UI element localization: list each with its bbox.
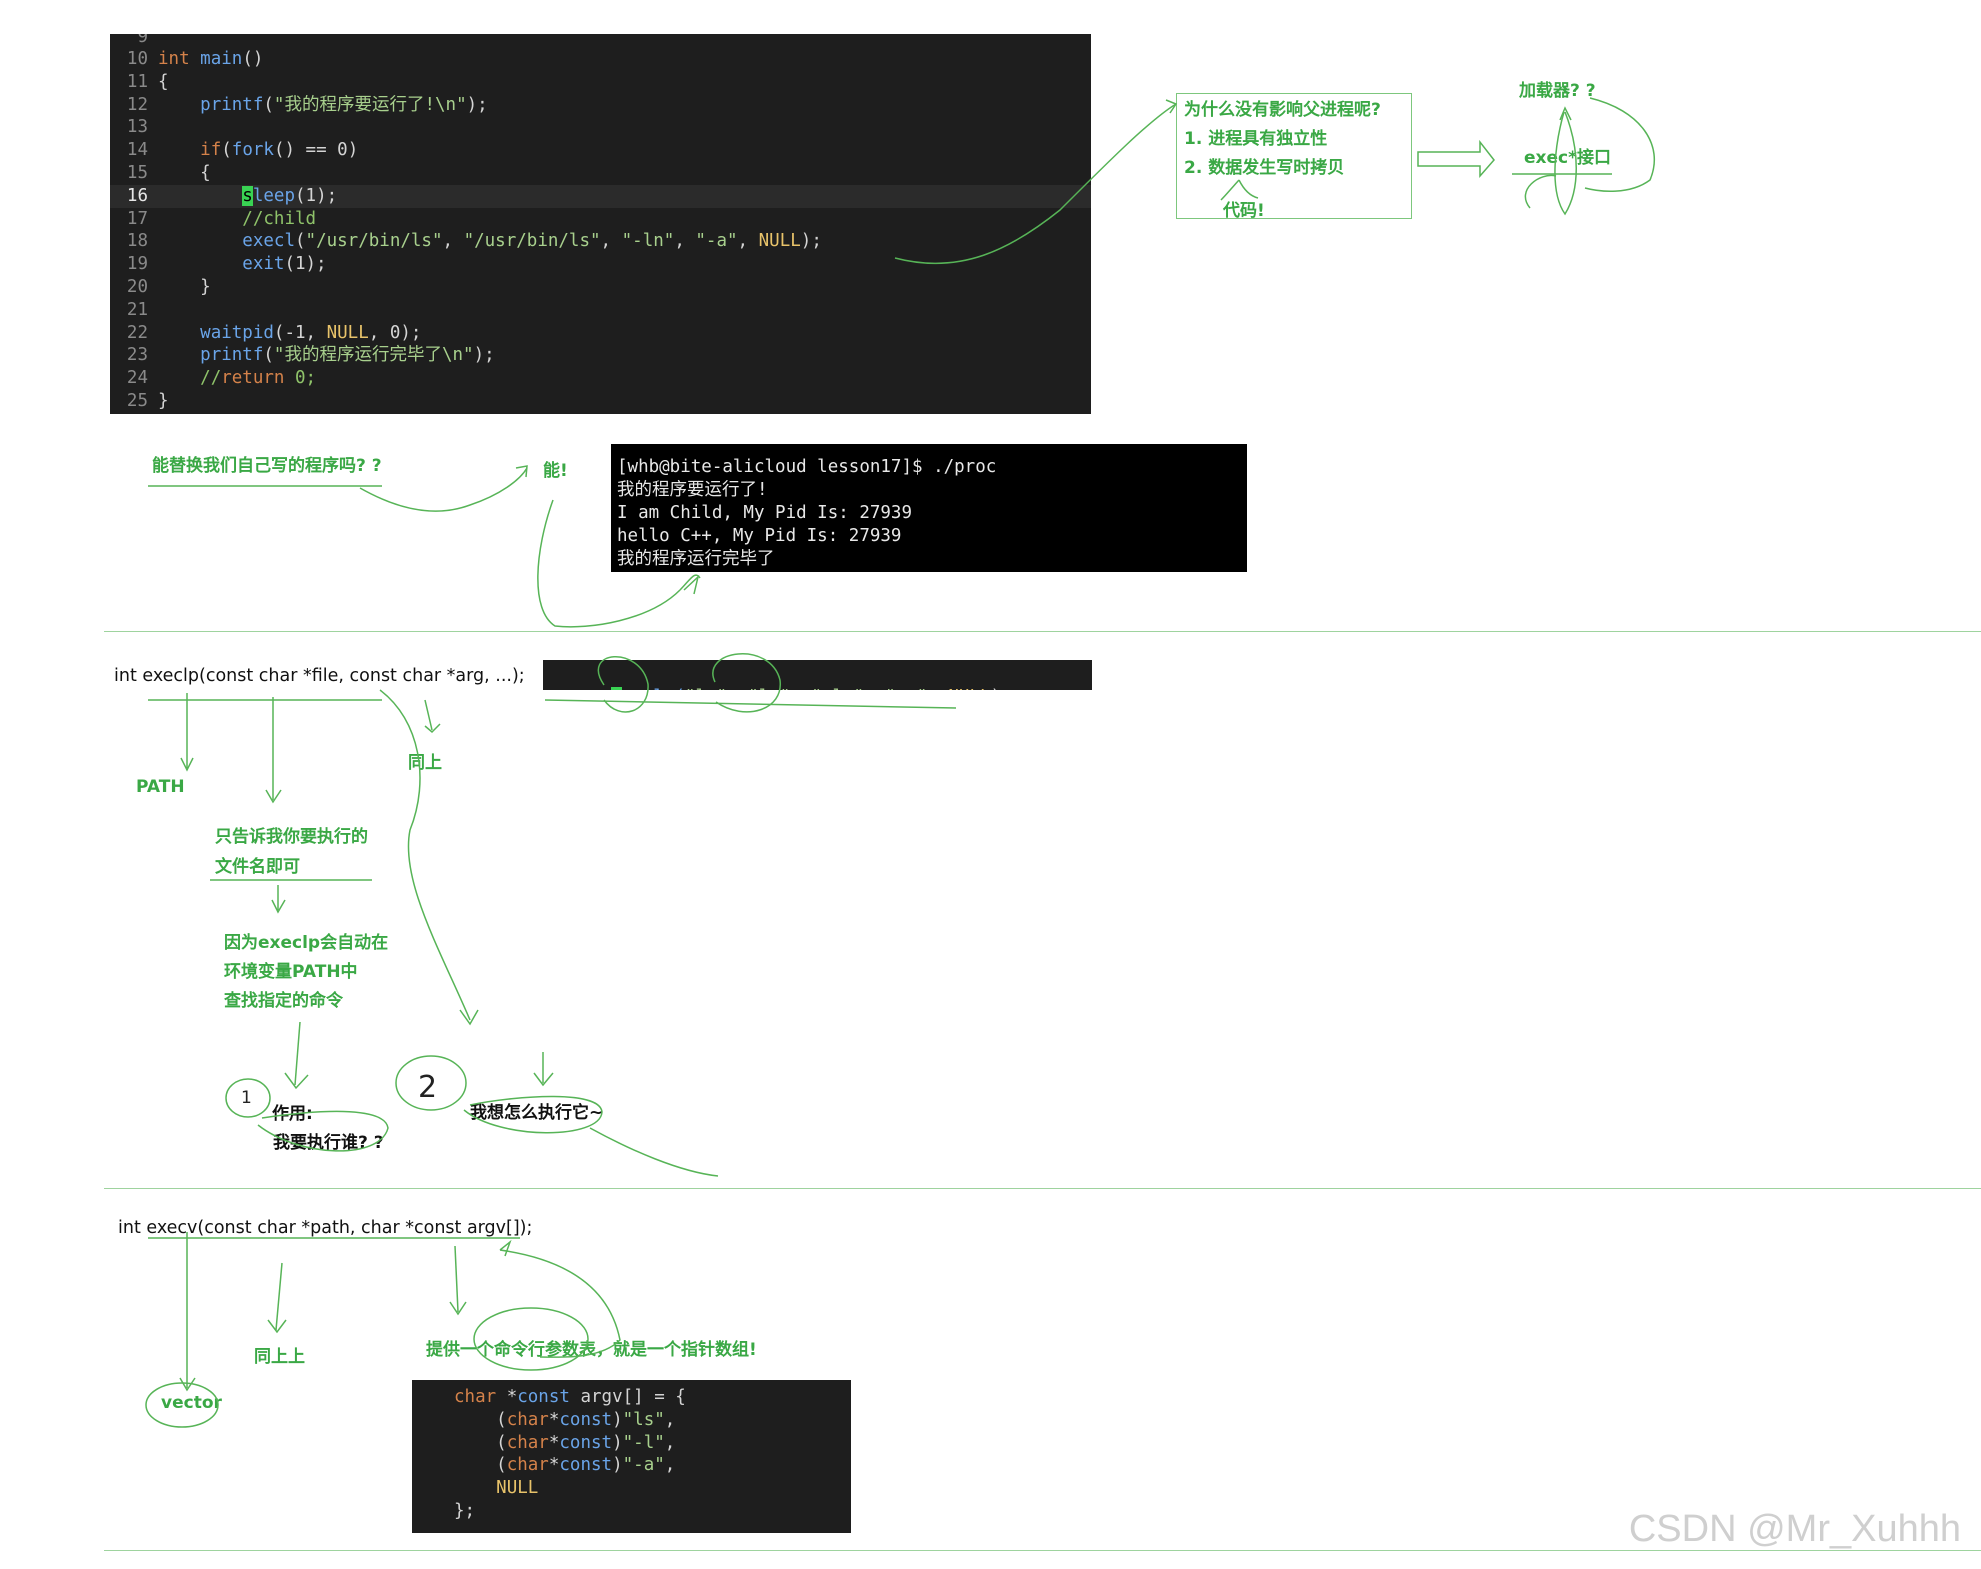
handwriting-strokes: [145, 97, 1655, 1428]
watermark: CSDN @Mr_Xuhhh: [1628, 1508, 1961, 1550]
